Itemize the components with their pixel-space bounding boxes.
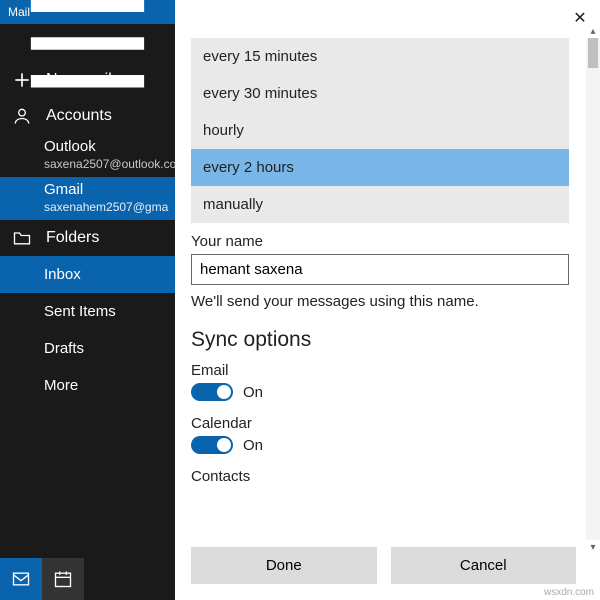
hamburger-button[interactable] bbox=[0, 24, 175, 62]
email-sync-state: On bbox=[243, 384, 263, 401]
account-email: saxenahem2507@gma bbox=[44, 200, 175, 214]
email-sync-toggle[interactable] bbox=[191, 383, 233, 401]
scroll-up-icon[interactable]: ▴ bbox=[586, 24, 600, 38]
interval-option-15min[interactable]: every 15 minutes bbox=[191, 38, 569, 75]
bottom-nav bbox=[0, 558, 175, 600]
folder-sent[interactable]: Sent Items bbox=[0, 293, 175, 330]
done-button[interactable]: Done bbox=[191, 547, 377, 584]
folders-label: Folders bbox=[46, 229, 99, 247]
your-name-input[interactable] bbox=[191, 254, 569, 285]
folders-header[interactable]: Folders bbox=[0, 220, 175, 256]
watermark: wsxdn.com bbox=[544, 587, 594, 598]
cancel-button[interactable]: Cancel bbox=[391, 547, 577, 584]
folder-more[interactable]: More bbox=[0, 367, 175, 404]
person-icon bbox=[12, 106, 32, 126]
contacts-sync-label: Contacts bbox=[191, 468, 584, 485]
name-hint: We'll send your messages using this name… bbox=[191, 293, 584, 310]
interval-option-hourly[interactable]: hourly bbox=[191, 112, 569, 149]
folder-drafts[interactable]: Drafts bbox=[0, 330, 175, 367]
sync-options-heading: Sync options bbox=[191, 328, 584, 352]
new-mail-button[interactable]: New mail bbox=[0, 62, 175, 98]
account-email: saxena2507@outlook.com bbox=[44, 157, 175, 171]
sync-interval-dropdown[interactable]: every 15 minutes every 30 minutes hourly… bbox=[191, 38, 569, 223]
accounts-header[interactable]: Accounts bbox=[0, 98, 175, 134]
calendar-sync-toggle[interactable] bbox=[191, 436, 233, 454]
scrollbar[interactable]: ▴ ▾ bbox=[586, 38, 600, 540]
calendar-icon bbox=[53, 569, 73, 589]
interval-option-2hours[interactable]: every 2 hours bbox=[191, 149, 569, 186]
mail-icon bbox=[11, 569, 31, 589]
your-name-label: Your name bbox=[191, 233, 584, 250]
account-gmail[interactable]: Gmail saxenahem2507@gma bbox=[0, 177, 175, 220]
folder-icon bbox=[12, 228, 32, 248]
calendar-sync-label: Calendar bbox=[191, 415, 584, 432]
settings-pane: ✕ ▴ ▾ every 15 minutes every 30 minutes … bbox=[175, 0, 600, 600]
account-name: Gmail bbox=[44, 181, 175, 198]
dialog-footer: Done Cancel bbox=[191, 547, 576, 584]
calendar-view-button[interactable] bbox=[42, 558, 84, 600]
scrollbar-thumb[interactable] bbox=[588, 38, 598, 68]
mail-view-button[interactable] bbox=[0, 558, 42, 600]
accounts-label: Accounts bbox=[46, 107, 112, 125]
interval-option-manually[interactable]: manually bbox=[191, 186, 569, 223]
account-name: Outlook bbox=[44, 138, 175, 155]
sidebar: Mail New mail Accounts Outlook saxena250… bbox=[0, 0, 175, 600]
interval-option-30min[interactable]: every 30 minutes bbox=[191, 75, 569, 112]
close-icon: ✕ bbox=[573, 8, 586, 28]
email-sync-label: Email bbox=[191, 362, 584, 379]
account-outlook[interactable]: Outlook saxena2507@outlook.com bbox=[0, 134, 175, 177]
plus-icon bbox=[12, 70, 32, 90]
folder-inbox[interactable]: Inbox bbox=[0, 256, 175, 293]
scroll-down-icon[interactable]: ▾ bbox=[586, 540, 600, 554]
new-mail-label: New mail bbox=[46, 71, 112, 89]
calendar-sync-state: On bbox=[243, 437, 263, 454]
